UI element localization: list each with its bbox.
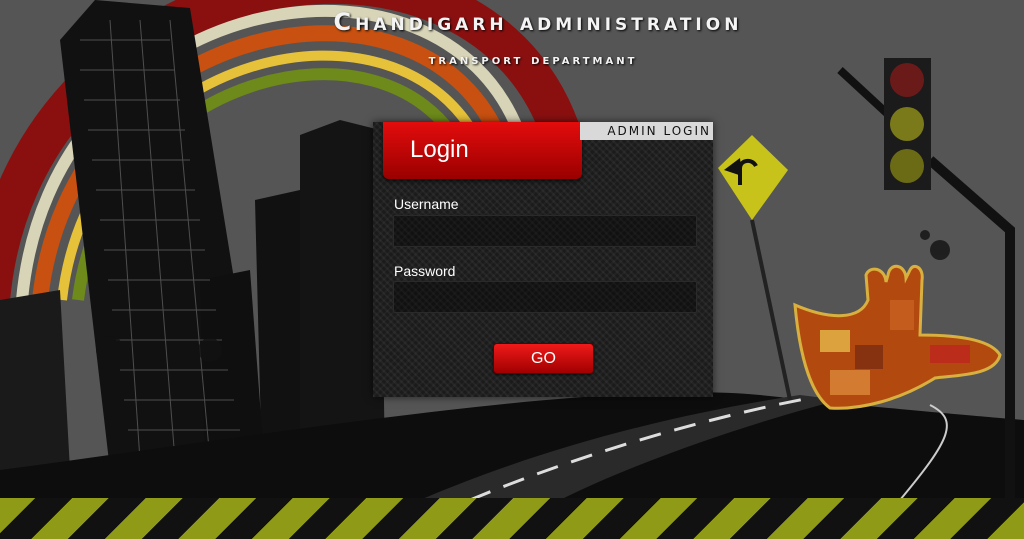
login-panel: Login ADMIN LOGIN Username Password GO	[373, 122, 713, 397]
password-label: Password	[394, 263, 456, 279]
username-input[interactable]	[393, 215, 697, 247]
login-tab: Login	[383, 122, 582, 179]
hazard-stripes	[0, 498, 1024, 539]
admin-login-label: ADMIN LOGIN	[580, 122, 713, 140]
page-subtitle: transport departmant	[428, 52, 638, 68]
username-label: Username	[394, 196, 459, 212]
go-button[interactable]: GO	[493, 343, 594, 374]
password-input[interactable]	[393, 281, 697, 313]
login-tab-label: Login	[410, 136, 469, 163]
page-title: Chandigarh administration	[333, 8, 743, 36]
